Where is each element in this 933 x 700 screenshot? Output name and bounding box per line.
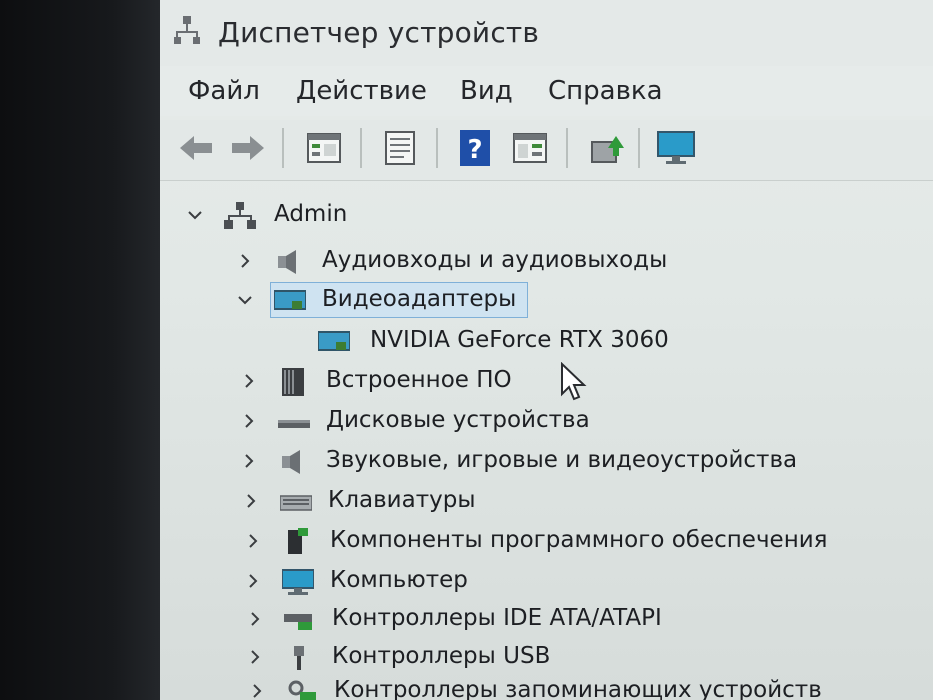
tree-item-label: Аудиовходы и аудиовыходы [322, 247, 668, 273]
chevron-right-icon[interactable] [244, 572, 262, 590]
title-bar: Диспетчер устройств [160, 0, 933, 66]
chevron-right-icon[interactable] [248, 682, 266, 700]
tree-item-label: NVIDIA GeForce RTX 3060 [370, 327, 669, 353]
tree-item-disk-drives[interactable]: Дисковые устройства [240, 404, 700, 440]
chevron-down-icon[interactable] [186, 206, 204, 224]
toolbar-separator [566, 128, 568, 168]
properties-grid-icon[interactable] [304, 128, 344, 168]
help-icon[interactable]: ? [456, 128, 496, 168]
chevron-down-icon[interactable] [236, 291, 254, 309]
document-icon[interactable] [380, 128, 420, 168]
tree-item-label: Компоненты программного обеспечения [330, 527, 828, 553]
chevron-right-icon[interactable] [236, 252, 254, 270]
tree-root-label: Admin [274, 201, 348, 227]
tree-item-label: Клавиатуры [328, 487, 476, 513]
tree-item-ide-controllers[interactable]: Контроллеры IDE ATA/ATAPI [246, 602, 726, 638]
tree-item-label: Видеоадаптеры [322, 286, 517, 312]
display-adapter-icon [274, 290, 306, 310]
usb-icon [294, 646, 304, 670]
chevron-right-icon[interactable] [240, 372, 258, 390]
toolbar-separator [360, 128, 362, 168]
menu-bar: Файл Действие Вид Справка [160, 66, 933, 116]
device-manager-app-icon [174, 16, 200, 44]
disk-icon [278, 420, 310, 428]
tree-item-audio-io[interactable]: Аудиовходы и аудиовыходы [236, 244, 796, 280]
chevron-right-icon[interactable] [240, 412, 258, 430]
monitor-icon[interactable] [656, 128, 696, 168]
monitor-bezel [0, 0, 160, 700]
tree-item-computer[interactable]: Компьютер [244, 564, 664, 600]
tree-item-sound-video-game[interactable]: Звуковые, игровые и видеоустройства [240, 444, 840, 480]
menu-action[interactable]: Действие [296, 76, 427, 106]
tree-item-label: Звуковые, игровые и видеоустройства [326, 447, 798, 473]
forward-icon[interactable] [228, 128, 268, 168]
menu-help[interactable]: Справка [548, 76, 663, 106]
tree-item-label: Встроенное ПО [326, 367, 512, 393]
tree-item-label: Контроллеры IDE ATA/ATAPI [332, 605, 662, 631]
tree-item-usb-controllers[interactable]: Контроллеры USB [246, 640, 666, 676]
tree-item-firmware[interactable]: Встроенное ПО [240, 364, 660, 400]
computer-tree-icon [224, 202, 256, 229]
tree-item-storage-controllers[interactable]: Контроллеры запоминающих устройств [248, 674, 868, 700]
ide-controller-icon [284, 614, 312, 630]
svg-text:?: ? [467, 135, 482, 165]
toolbar-separator [282, 128, 284, 168]
device-manager-window: Диспетчер устройств Файл Действие Вид Сп… [160, 0, 933, 700]
device-tree: Admin Аудиовходы и аудиовыходы Видеоадап… [160, 186, 933, 700]
tree-root-admin[interactable]: Admin [186, 198, 486, 234]
firmware-icon [282, 368, 304, 396]
chevron-right-icon[interactable] [242, 492, 260, 510]
panel-icon[interactable] [510, 128, 550, 168]
tree-item-keyboards[interactable]: Клавиатуры [242, 484, 642, 520]
tree-item-label: Дисковые устройства [326, 407, 590, 433]
chevron-right-icon[interactable] [246, 648, 264, 666]
tree-item-label: Контроллеры запоминающих устройств [334, 677, 822, 700]
display-adapter-icon [318, 331, 350, 351]
toolbar: ? [160, 120, 933, 181]
back-icon[interactable] [176, 128, 216, 168]
tree-item-video-adapters[interactable]: Видеоадаптеры [236, 283, 536, 319]
mouse-cursor-icon [561, 362, 587, 401]
speaker-icon [282, 450, 300, 474]
menu-view[interactable]: Вид [460, 76, 513, 106]
chevron-right-icon[interactable] [240, 452, 258, 470]
speaker-icon [278, 250, 296, 274]
toolbar-separator [638, 128, 640, 168]
keyboard-icon [280, 495, 312, 511]
tree-item-software-components[interactable]: Компоненты программного обеспечения [244, 524, 864, 560]
storage-controller-icon [288, 680, 316, 700]
update-driver-icon[interactable] [586, 128, 626, 168]
window-title: Диспетчер устройств [218, 16, 540, 49]
chevron-right-icon[interactable] [244, 532, 262, 550]
toolbar-separator [436, 128, 438, 168]
computer-icon [282, 569, 314, 595]
tree-item-nvidia-rtx-3060[interactable]: NVIDIA GeForce RTX 3060 [284, 324, 704, 360]
menu-file[interactable]: Файл [188, 76, 260, 106]
chevron-right-icon[interactable] [246, 610, 264, 628]
tree-item-label: Компьютер [330, 567, 468, 593]
software-component-icon [288, 528, 308, 554]
tree-item-label: Контроллеры USB [332, 643, 551, 669]
